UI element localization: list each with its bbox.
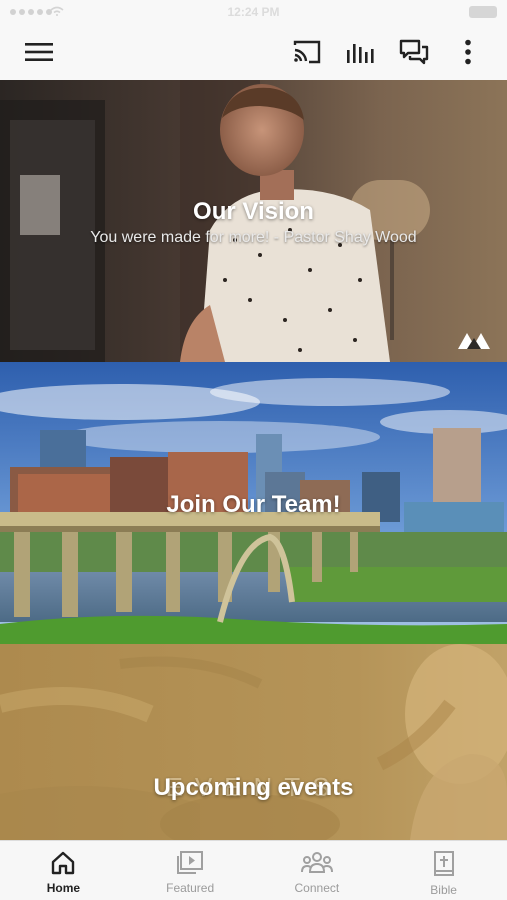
tab-label: Bible [430,883,457,897]
more-options-button[interactable] [452,36,484,68]
hamburger-menu-icon [25,43,53,61]
church-logo-icon [458,333,490,349]
audio-button[interactable] [345,36,377,68]
tab-connect[interactable]: Connect [254,841,381,900]
banner-our-vision[interactable]: Our Vision You were made for more! - Pas… [0,80,507,362]
tab-label: Home [46,881,81,895]
menu-button[interactable] [23,36,55,68]
chat-icon [399,39,429,65]
banner-subtitle: You were made for more! - Pastor Shay Wo… [90,229,417,246]
status-bar: 12:24 PM [0,0,507,24]
cast-icon [293,40,321,64]
chat-button[interactable] [398,36,430,68]
battery-icon [469,6,497,18]
status-time: 12:24 PM [227,5,280,19]
events-background-image [0,644,507,840]
banner-title: Join Our Team! [166,491,341,518]
tab-home[interactable]: Home [0,841,127,900]
cast-button[interactable] [291,36,323,68]
app-bar [0,24,507,80]
audio-bars-icon [347,44,374,63]
tab-featured[interactable]: Featured [127,841,254,900]
banner-title: Our Vision [193,198,314,225]
more-vert-icon [465,39,471,65]
tab-label: Featured [166,881,215,895]
banner-upcoming-events[interactable]: EVENTS Upcoming events [0,644,507,840]
people-icon [300,852,333,873]
home-icon [52,851,75,875]
bottom-tab-bar: Home Featured Connect Bible [0,840,507,900]
banner-join-our-team[interactable]: Join Our Team! [0,362,507,644]
tab-label: Connect [294,881,340,895]
tab-bible[interactable]: Bible [380,841,507,900]
banner-title: Upcoming events [153,774,354,801]
featured-video-icon [177,851,204,874]
bible-icon [433,851,454,876]
